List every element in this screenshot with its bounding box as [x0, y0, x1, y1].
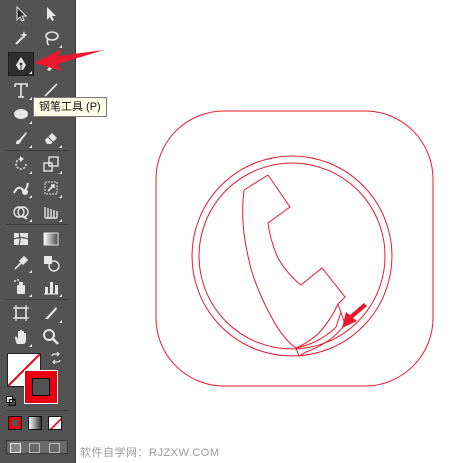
outer-circle-shape[interactable] — [191, 155, 393, 357]
artboard-canvas — [34, 49, 434, 387]
pen-tool-tooltip: 钢笔工具 (P) — [33, 97, 107, 117]
phone-handset-shape[interactable] — [242, 174, 346, 349]
inner-circle-shape[interactable] — [198, 162, 386, 350]
pen-tool-pointer-arrow-icon — [34, 49, 104, 71]
watermark-text: 软件自学网：RJZXW.COM — [80, 447, 220, 459]
